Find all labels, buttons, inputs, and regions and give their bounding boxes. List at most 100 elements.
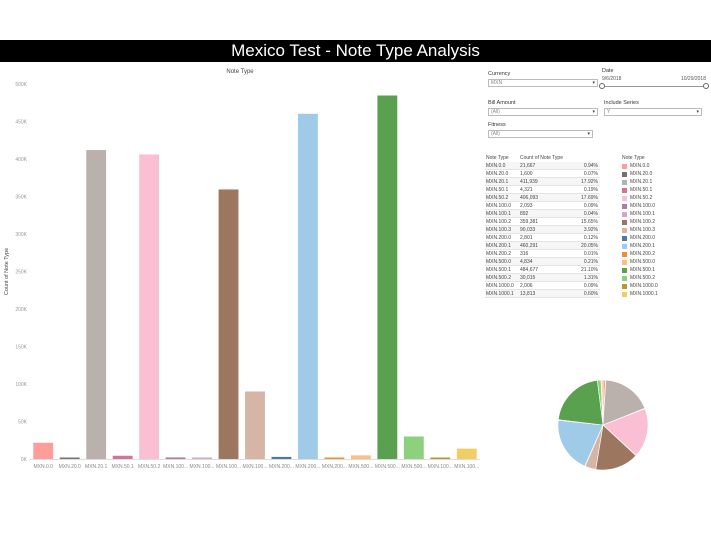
- legend-item[interactable]: MXN.100.3: [622, 226, 707, 234]
- bar-MXN.200.2[interactable]: [324, 457, 345, 460]
- fitness-value: (All): [491, 131, 500, 137]
- count-cell: 316: [520, 251, 529, 257]
- percent-cell: 17.92%: [581, 179, 598, 185]
- note-type-cell: MXN.20.0: [486, 171, 509, 177]
- legend-item[interactable]: MXN.50.2: [622, 194, 707, 202]
- table-row[interactable]: MXN.500.1 484,677 21.10%: [485, 266, 600, 274]
- bill-amount-label: Bill Amount: [488, 100, 516, 106]
- table-row[interactable]: MXN.20.1 411,939 17.92%: [485, 178, 600, 186]
- bar-MXN.100.3[interactable]: [245, 391, 265, 459]
- table-row[interactable]: MXN.0.0 21,667 0.94%: [485, 162, 600, 170]
- table-row[interactable]: MXN.100.0 2,093 0.09%: [485, 202, 600, 210]
- chart-title: Note Type: [226, 69, 254, 75]
- include-series-value: Y: [607, 109, 611, 115]
- bar-MXN.50.1[interactable]: [112, 455, 133, 459]
- bar-MXN.20.1[interactable]: [86, 150, 107, 459]
- column-header-percent: [572, 154, 598, 162]
- legend-item[interactable]: MXN.1000.1: [622, 290, 707, 298]
- date-filter: Date 9/6/2018 10/29/2018: [599, 68, 709, 89]
- legend-label: MXN.1000.0: [630, 283, 658, 289]
- bar-MXN.100.1[interactable]: [192, 457, 212, 460]
- legend-item[interactable]: MXN.100.0: [622, 202, 707, 210]
- percent-cell: 0.60%: [583, 291, 598, 297]
- currency-select[interactable]: MXN ▾: [488, 79, 598, 87]
- table-row[interactable]: MXN.200.2 316 0.01%: [485, 250, 600, 258]
- note-type-cell: MXN.100.1: [486, 211, 512, 217]
- legend-items: MXN.0.0 MXN.20.0 MXN.20.1 MXN.50.1 MXN.50.2 M…: [622, 162, 707, 298]
- date-start-handle[interactable]: [599, 83, 605, 89]
- legend-item[interactable]: MXN.50.1: [622, 186, 707, 194]
- legend-item[interactable]: MXN.20.1: [622, 178, 707, 186]
- include-series-filter: Include Series Y ▾: [604, 100, 702, 116]
- table-row[interactable]: MXN.1000.1 13,813 0.60%: [485, 290, 600, 298]
- note-type-cell: MXN.50.1: [486, 187, 509, 193]
- note-type-cell: MXN.100.2: [486, 219, 512, 225]
- note-type-cell: MXN.0.0: [486, 163, 506, 169]
- percent-cell: 0.01%: [583, 251, 598, 257]
- note-type-cell: MXN.500.0: [486, 259, 512, 265]
- legend-label: MXN.500.1: [630, 267, 656, 273]
- pie-slice-MXN.500.1[interactable]: [557, 380, 604, 426]
- bar-MXN.1000.1[interactable]: [456, 448, 477, 459]
- legend-item[interactable]: MXN.200.2: [622, 250, 707, 258]
- bar-MXN.0.0[interactable]: [33, 442, 54, 459]
- x-tick-label: MXN.100...: [454, 464, 479, 470]
- bar-MXN.500.1[interactable]: [377, 95, 398, 459]
- include-series-select[interactable]: Y ▾: [604, 108, 702, 116]
- x-tick-label: MXN.100...: [163, 464, 188, 470]
- legend-item[interactable]: MXN.200.1: [622, 242, 707, 250]
- table-row[interactable]: MXN.50.2 406,093 17.69%: [485, 194, 600, 202]
- legend-item[interactable]: MXN.500.2: [622, 274, 707, 282]
- table-row[interactable]: MXN.500.0 4,834 0.21%: [485, 258, 600, 266]
- fitness-select[interactable]: (All) ▾: [488, 130, 593, 138]
- table-row[interactable]: MXN.1000.0 2,006 0.09%: [485, 282, 600, 290]
- legend-item[interactable]: MXN.1000.0: [622, 282, 707, 290]
- legend-item[interactable]: MXN.20.0: [622, 170, 707, 178]
- legend-item[interactable]: MXN.0.0: [622, 162, 707, 170]
- legend-swatch: [622, 251, 627, 257]
- bar-MXN.50.2[interactable]: [139, 154, 160, 460]
- note-type-cell: MXN.500.1: [486, 267, 512, 273]
- x-tick-label: MXN.200...: [295, 464, 320, 470]
- table-row[interactable]: MXN.500.2 30,015 1.31%: [485, 274, 600, 282]
- bar-MXN.200.0[interactable]: [271, 456, 292, 459]
- legend-item[interactable]: MXN.500.0: [622, 258, 707, 266]
- fitness-filter: Fitness (All) ▾: [488, 122, 593, 138]
- date-slider[interactable]: [599, 83, 709, 89]
- bar-MXN.100.0[interactable]: [165, 457, 186, 459]
- bar-MXN.20.0[interactable]: [59, 457, 80, 460]
- legend-item[interactable]: MXN.200.0: [622, 234, 707, 242]
- table-row[interactable]: MXN.100.2 359,381 15.65%: [485, 218, 600, 226]
- note-type-cell: MXN.200.0: [486, 235, 512, 241]
- legend-item[interactable]: MXN.100.2: [622, 218, 707, 226]
- bill-amount-select[interactable]: (All) ▾: [488, 108, 598, 116]
- bar-MXN.500.0[interactable]: [350, 455, 371, 459]
- legend-item[interactable]: MXN.100.1: [622, 210, 707, 218]
- bar-MXN.1000.0[interactable]: [430, 457, 451, 459]
- bar-MXN.100.2[interactable]: [218, 189, 239, 460]
- y-tick-label: 250K: [15, 270, 27, 276]
- x-tick-label: MXN.20.1: [85, 464, 107, 470]
- legend-swatch: [622, 291, 627, 297]
- y-tick-label: 350K: [15, 195, 27, 201]
- legend-label: MXN.50.1: [630, 187, 653, 193]
- legend-item[interactable]: MXN.500.1: [622, 266, 707, 274]
- legend-label: MXN.500.2: [630, 275, 656, 281]
- count-cell: 4,321: [520, 187, 533, 193]
- legend-label: MXN.500.0: [630, 259, 656, 265]
- table-row[interactable]: MXN.100.3 90,033 3.92%: [485, 226, 600, 234]
- table-row[interactable]: MXN.200.0 2,801 0.12%: [485, 234, 600, 242]
- bar-MXN.200.1[interactable]: [298, 113, 318, 460]
- date-end-handle[interactable]: [703, 83, 709, 89]
- legend-swatch: [622, 227, 627, 233]
- y-tick-label: 500K: [15, 82, 27, 88]
- table-row[interactable]: MXN.50.1 4,321 0.19%: [485, 186, 600, 194]
- note-type-cell: MXN.1000.0: [486, 283, 514, 289]
- table-row[interactable]: MXN.20.0 1,600 0.07%: [485, 170, 600, 178]
- table-row[interactable]: MXN.200.1 460,291 20.05%: [485, 242, 600, 250]
- bar-MXN.500.2[interactable]: [403, 436, 424, 459]
- note-type-cell: MXN.20.1: [486, 179, 509, 185]
- note-type-cell: MXN.500.2: [486, 275, 512, 281]
- x-tick-label: MXN.100...: [216, 464, 241, 470]
- table-row[interactable]: MXN.100.1 892 0.04%: [485, 210, 600, 218]
